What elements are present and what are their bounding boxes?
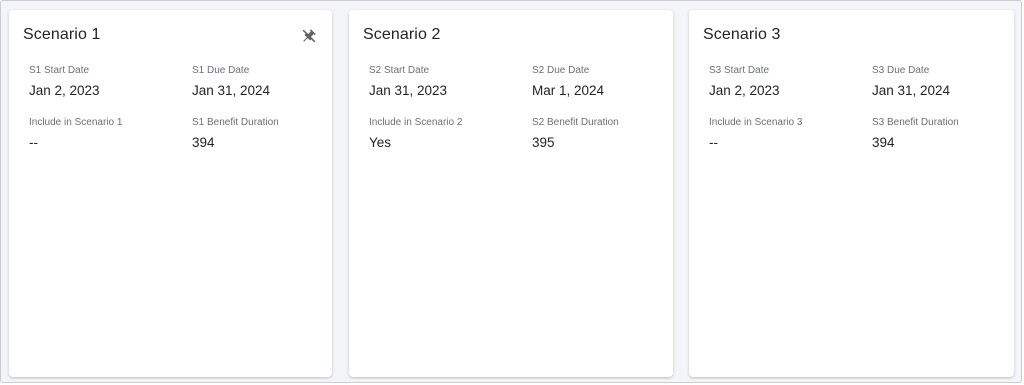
start-date-value: Jan 31, 2023 xyxy=(369,83,448,98)
due-date-value: Mar 1, 2024 xyxy=(532,83,605,98)
due-date-field: S1 Due Date Jan 31, 2024 xyxy=(192,65,342,99)
benefit-duration-field: S2 Benefit Duration 395 xyxy=(532,117,682,151)
include-field: Include in Scenario 1 -- xyxy=(29,117,179,151)
benefit-duration-value: 395 xyxy=(532,135,555,150)
scenario-title: Scenario 1 xyxy=(23,26,101,43)
scenario-card-2: Scenario 2 S2 Start Date Jan 31, 2023 S2… xyxy=(349,10,673,377)
benefit-duration-label: S2 Benefit Duration xyxy=(532,117,619,128)
scenario-panel: Scenario 1 S1 Start Date Jan 2, 2023 S1 … xyxy=(0,0,1022,383)
scenario-card-3: Scenario 3 S3 Start Date Jan 2, 2023 S3 … xyxy=(689,10,1014,377)
start-date-field: S1 Start Date Jan 2, 2023 xyxy=(29,65,179,99)
due-date-label: S3 Due Date xyxy=(872,65,930,76)
include-value: Yes xyxy=(369,135,392,150)
start-date-field: S3 Start Date Jan 2, 2023 xyxy=(709,65,859,99)
include-field: Include in Scenario 3 -- xyxy=(709,117,859,151)
start-date-field: S2 Start Date Jan 31, 2023 xyxy=(369,65,519,99)
benefit-duration-value: 394 xyxy=(872,135,895,150)
start-date-label: S3 Start Date xyxy=(709,65,770,76)
include-label: Include in Scenario 1 xyxy=(29,117,123,128)
include-value: -- xyxy=(29,135,38,150)
unpin-icon[interactable] xyxy=(300,27,318,45)
include-field: Include in Scenario 2 Yes xyxy=(369,117,519,151)
include-value: -- xyxy=(709,135,718,150)
due-date-label: S1 Due Date xyxy=(192,65,250,76)
start-date-label: S1 Start Date xyxy=(29,65,90,76)
scenario-card-1: Scenario 1 S1 Start Date Jan 2, 2023 S1 … xyxy=(9,10,332,377)
start-date-value: Jan 2, 2023 xyxy=(709,83,780,98)
due-date-value: Jan 31, 2024 xyxy=(192,83,271,98)
benefit-duration-label: S1 Benefit Duration xyxy=(192,117,279,128)
start-date-value: Jan 2, 2023 xyxy=(29,83,100,98)
due-date-field: S3 Due Date Jan 31, 2024 xyxy=(872,65,1022,99)
scenario-title: Scenario 3 xyxy=(703,26,781,43)
include-label: Include in Scenario 3 xyxy=(709,117,803,128)
start-date-label: S2 Start Date xyxy=(369,65,430,76)
benefit-duration-field: S1 Benefit Duration 394 xyxy=(192,117,342,151)
include-label: Include in Scenario 2 xyxy=(369,117,463,128)
due-date-label: S2 Due Date xyxy=(532,65,590,76)
benefit-duration-field: S3 Benefit Duration 394 xyxy=(872,117,1022,151)
due-date-field: S2 Due Date Mar 1, 2024 xyxy=(532,65,682,99)
scenario-title: Scenario 2 xyxy=(363,26,441,43)
benefit-duration-label: S3 Benefit Duration xyxy=(872,117,959,128)
due-date-value: Jan 31, 2024 xyxy=(872,83,951,98)
benefit-duration-value: 394 xyxy=(192,135,215,150)
